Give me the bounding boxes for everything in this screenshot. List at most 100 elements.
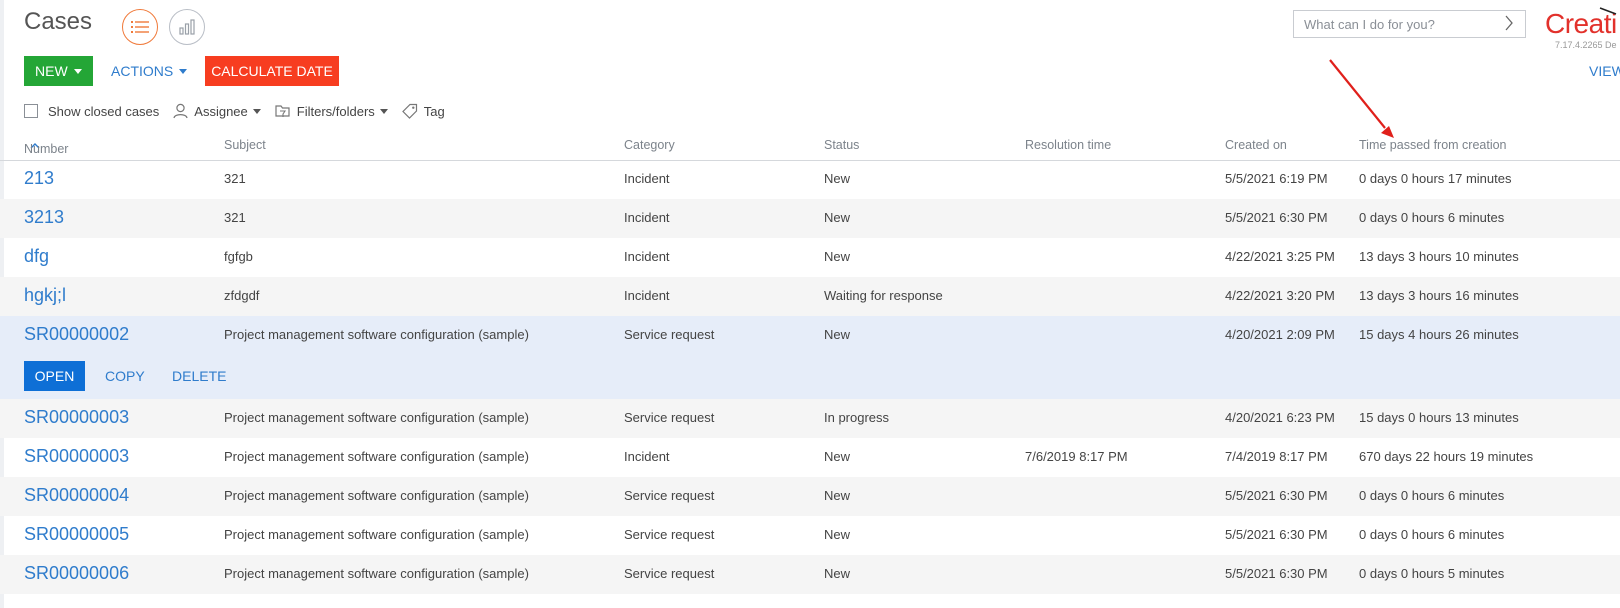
category-cell: Service request xyxy=(624,527,715,542)
case-number-link[interactable]: hgkj;l xyxy=(24,285,66,306)
category-cell: Service request xyxy=(624,327,715,342)
subject-cell: 321 xyxy=(224,210,246,225)
status-cell: New xyxy=(824,249,851,264)
case-number-link[interactable]: 213 xyxy=(24,168,54,189)
category-cell: Service request xyxy=(624,410,715,425)
new-button-label: NEW xyxy=(35,63,68,79)
status-cell: New xyxy=(824,171,851,186)
table-row[interactable]: dfg fgfgb Incident New 4/22/2021 3:25 PM… xyxy=(0,238,1620,277)
open-button[interactable]: OPEN xyxy=(24,361,85,391)
time-passed-cell: 0 days 0 hours 17 minutes xyxy=(1359,171,1512,186)
subject-cell: Project management software configuratio… xyxy=(224,410,529,425)
table-row[interactable]: 213 321 Incident New 5/5/2021 6:19 PM 0 … xyxy=(0,160,1620,199)
delete-button[interactable]: DELETE xyxy=(172,361,226,391)
column-number-label: Number xyxy=(24,142,69,156)
assignee-label: Assignee xyxy=(194,103,248,119)
search-input[interactable] xyxy=(1293,10,1526,38)
filters-folders-label: Filters/folders xyxy=(296,103,375,119)
logo: Creati xyxy=(1545,8,1617,39)
column-number[interactable]: Number xyxy=(24,138,68,156)
category-cell: Incident xyxy=(624,449,670,464)
status-cell: In progress xyxy=(824,410,890,425)
created-cell: 5/5/2021 6:30 PM xyxy=(1225,210,1328,225)
created-cell: 5/5/2021 6:30 PM xyxy=(1225,488,1328,503)
table-row[interactable]: SR00000003 Project management software c… xyxy=(0,399,1620,438)
caret-down-icon xyxy=(379,108,388,114)
column-subject[interactable]: Subject xyxy=(224,138,266,152)
time-passed-cell: 670 days 22 hours 19 minutes xyxy=(1359,449,1534,464)
show-closed-label[interactable]: Show closed cases xyxy=(48,104,159,119)
version-label: 7.17.4.2265 De xyxy=(1555,40,1617,50)
assignee-filter[interactable]: Assignee xyxy=(173,103,261,119)
table-header: Number Subject Category Status Resolutio… xyxy=(0,134,1620,161)
category-cell: Service request xyxy=(624,488,715,503)
resolution-cell: 7/6/2019 8:17 PM xyxy=(1025,449,1128,464)
subject-cell: Project management software configuratio… xyxy=(224,449,529,464)
page-title: Cases xyxy=(24,8,93,35)
table-row[interactable]: SR00000006 Project management software c… xyxy=(0,555,1620,594)
status-cell: New xyxy=(824,566,851,581)
list-view-icon xyxy=(131,21,149,33)
subject-cell: Project management software configuratio… xyxy=(224,327,529,342)
time-passed-cell: 0 days 0 hours 6 minutes xyxy=(1359,527,1505,542)
chevron-right-icon[interactable] xyxy=(1504,14,1514,32)
caret-down-icon xyxy=(73,68,82,74)
time-passed-cell: 0 days 0 hours 6 minutes xyxy=(1359,210,1505,225)
created-cell: 4/20/2021 2:09 PM xyxy=(1225,327,1335,342)
copy-button[interactable]: COPY xyxy=(105,361,145,391)
list-view-button[interactable] xyxy=(122,9,158,45)
new-button[interactable]: NEW xyxy=(24,56,93,86)
category-cell: Incident xyxy=(624,210,670,225)
case-number-link[interactable]: 3213 xyxy=(24,207,64,228)
table-row[interactable]: hgkj;l zfdgdf Incident Waiting for respo… xyxy=(0,277,1620,316)
subject-cell: 321 xyxy=(224,171,246,186)
tag-filter[interactable]: Tag xyxy=(401,103,445,119)
case-number-link[interactable]: SR00000003 xyxy=(24,407,129,428)
analytics-view-button[interactable] xyxy=(169,9,205,45)
column-created-on[interactable]: Created on xyxy=(1225,138,1287,152)
created-cell: 5/5/2021 6:30 PM xyxy=(1225,527,1328,542)
filter-bar: Show closed cases Assignee Filters/folde… xyxy=(24,101,459,121)
category-cell: Incident xyxy=(624,171,670,186)
filters-folders-filter[interactable]: Filters/folders xyxy=(275,103,388,119)
subject-cell: Project management software configuratio… xyxy=(224,488,529,503)
created-cell: 4/22/2021 3:20 PM xyxy=(1225,288,1335,303)
caret-down-icon xyxy=(252,108,261,114)
tag-label: Tag xyxy=(423,103,445,119)
calculate-date-button[interactable]: CALCULATE DATE xyxy=(205,56,339,86)
cases-table-body: 213 321 Incident New 5/5/2021 6:19 PM 0 … xyxy=(0,160,1620,594)
time-passed-cell: 15 days 4 hours 26 minutes xyxy=(1359,327,1519,342)
case-number-link[interactable]: SR00000003 xyxy=(24,446,129,467)
case-number-link[interactable]: SR00000002 xyxy=(24,324,129,345)
status-cell: New xyxy=(824,449,851,464)
table-row[interactable]: SR00000004 Project management software c… xyxy=(0,477,1620,516)
time-passed-cell: 13 days 3 hours 16 minutes xyxy=(1359,288,1519,303)
column-category[interactable]: Category xyxy=(624,138,675,152)
column-time-passed[interactable]: Time passed from creation xyxy=(1359,138,1507,152)
table-row[interactable]: SR00000005 Project management software c… xyxy=(0,516,1620,555)
subject-cell: Project management software configuratio… xyxy=(224,566,529,581)
table-row[interactable]: SR00000003 Project management software c… xyxy=(0,438,1620,477)
user-icon xyxy=(173,103,188,119)
table-row[interactable]: 3213 321 Incident New 5/5/2021 6:30 PM 0… xyxy=(0,199,1620,238)
row-actions-bar: OPEN COPY DELETE xyxy=(0,355,1620,399)
case-number-link[interactable]: SR00000004 xyxy=(24,485,129,506)
case-number-link[interactable]: SR00000006 xyxy=(24,563,129,584)
show-closed-checkbox[interactable] xyxy=(24,104,38,118)
tag-icon xyxy=(401,103,417,119)
actions-button[interactable]: ACTIONS xyxy=(111,56,188,86)
status-cell: New xyxy=(824,210,851,225)
time-passed-cell: 0 days 0 hours 6 minutes xyxy=(1359,488,1505,503)
view-menu-link[interactable]: VIEW xyxy=(1589,63,1620,79)
subject-cell: fgfgb xyxy=(224,249,253,264)
table-row-selected[interactable]: SR00000002 Project management software c… xyxy=(0,316,1620,355)
status-cell: New xyxy=(824,527,851,542)
column-resolution-time[interactable]: Resolution time xyxy=(1025,138,1111,152)
column-status[interactable]: Status xyxy=(824,138,859,152)
category-cell: Incident xyxy=(624,249,670,264)
case-number-link[interactable]: SR00000005 xyxy=(24,524,129,545)
created-cell: 4/20/2021 6:23 PM xyxy=(1225,410,1335,425)
status-cell: Waiting for response xyxy=(824,288,943,303)
case-number-link[interactable]: dfg xyxy=(24,246,49,267)
created-cell: 5/5/2021 6:19 PM xyxy=(1225,171,1328,186)
